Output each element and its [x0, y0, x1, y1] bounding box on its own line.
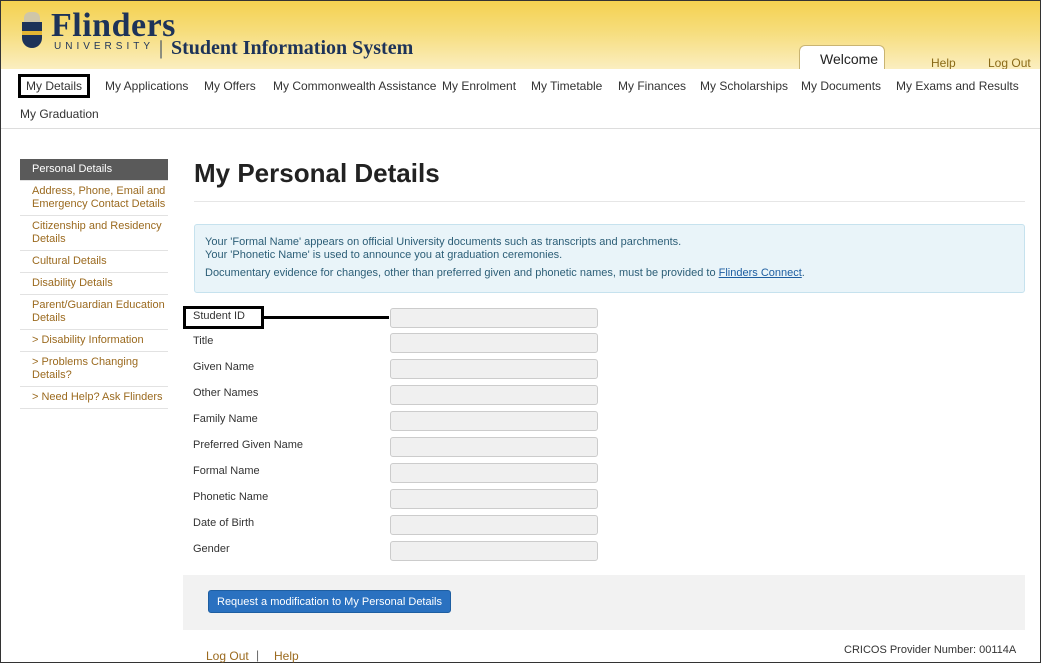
- nav-my-timetable[interactable]: My Timetable: [531, 79, 602, 93]
- flinders-connect-link[interactable]: Flinders Connect: [719, 267, 802, 279]
- phonetic-name-label: Phonetic Name: [193, 491, 269, 503]
- student-id-callout-box: [183, 306, 264, 329]
- welcome-tab: Welcome: [799, 45, 885, 70]
- form-row-title: Title: [193, 333, 603, 353]
- formal-name-label: Formal Name: [193, 465, 260, 477]
- sidebar: Personal Details Address, Phone, Email a…: [20, 159, 168, 409]
- student-id-callout-line: [264, 316, 389, 319]
- crest-icon: [21, 12, 43, 50]
- given-name-field[interactable]: [390, 359, 598, 379]
- nav-my-finances[interactable]: My Finances: [618, 79, 686, 93]
- sidebar-item-parent-guardian[interactable]: Parent/Guardian Education Details: [20, 295, 168, 330]
- formal-name-field[interactable]: [390, 463, 598, 483]
- nav-my-scholarships[interactable]: My Scholarships: [700, 79, 788, 93]
- form-row-date-of-birth: Date of Birth: [193, 515, 603, 535]
- logo-name: Flinders: [51, 6, 176, 44]
- footer-logout-link[interactable]: Log Out: [206, 649, 249, 663]
- gender-field[interactable]: [390, 541, 598, 561]
- other-names-label: Other Names: [193, 387, 259, 399]
- family-name-label: Family Name: [193, 413, 258, 425]
- info-line-formal: Your 'Formal Name' appears on official U…: [205, 236, 682, 248]
- title-label: Title: [193, 335, 214, 347]
- date-of-birth-field[interactable]: [390, 515, 598, 535]
- info-box: Your 'Formal Name' appears on official U…: [194, 224, 1025, 293]
- nav-my-documents[interactable]: My Documents: [801, 79, 881, 93]
- sidebar-link-problems-changing[interactable]: > Problems Changing Details?: [20, 352, 168, 387]
- form-row-given-name: Given Name: [193, 359, 603, 379]
- info-evidence-period: .: [801, 267, 805, 279]
- family-name-field[interactable]: [390, 411, 598, 431]
- nav-my-applications[interactable]: My Applications: [105, 79, 188, 93]
- sidebar-item-citizenship[interactable]: Citizenship and Residency Details: [20, 216, 168, 251]
- sidebar-link-disability-info[interactable]: > Disability Information: [20, 330, 168, 352]
- preferred-given-name-field[interactable]: [390, 437, 598, 457]
- footer-help-link[interactable]: Help: [274, 649, 299, 663]
- form-row-phonetic-name: Phonetic Name: [193, 489, 603, 509]
- form-row-gender: Gender: [193, 541, 603, 561]
- info-line-phonetic: Your 'Phonetic Name' is used to announce…: [205, 249, 563, 261]
- nav-my-commonwealth-assistance[interactable]: My Commonwealth Assistance: [273, 79, 436, 93]
- sidebar-item-cultural[interactable]: Cultural Details: [20, 251, 168, 273]
- title-separator: |: [159, 37, 164, 59]
- header-banner: Flinders UNIVERSITY | Student Informatio…: [1, 1, 1040, 70]
- nav-my-graduation[interactable]: My Graduation: [20, 107, 99, 121]
- date-of-birth-label: Date of Birth: [193, 517, 255, 529]
- preferred-given-name-label: Preferred Given Name: [193, 439, 304, 451]
- header-logout-link[interactable]: Log Out: [988, 56, 1031, 70]
- title-field[interactable]: [390, 333, 598, 353]
- logo-subtitle: UNIVERSITY: [54, 40, 155, 52]
- sidebar-link-need-help[interactable]: > Need Help? Ask Flinders: [20, 387, 168, 409]
- cricos-provider-number: CRICOS Provider Number: 00114A: [844, 644, 1017, 656]
- system-title: | Student Information System: [159, 37, 413, 60]
- welcome-text: Welcome: [820, 51, 879, 67]
- gender-label: Gender: [193, 543, 230, 555]
- main-nav: My Details My Applications My Offers My …: [1, 69, 1040, 129]
- nav-my-exams-and-results[interactable]: My Exams and Results: [896, 79, 1019, 93]
- form-row-formal-name: Formal Name: [193, 463, 603, 483]
- sidebar-item-personal-details[interactable]: Personal Details: [20, 159, 168, 181]
- info-evidence-text: Documentary evidence for changes, other …: [205, 267, 719, 279]
- nav-my-offers[interactable]: My Offers: [204, 79, 256, 93]
- nav-my-enrolment[interactable]: My Enrolment: [442, 79, 516, 93]
- given-name-label: Given Name: [193, 361, 255, 373]
- sidebar-item-contact-details[interactable]: Address, Phone, Email and Emergency Cont…: [20, 181, 168, 216]
- university-logo[interactable]: Flinders UNIVERSITY: [21, 6, 176, 52]
- form-row-other-names: Other Names: [193, 385, 603, 405]
- form-row-preferred-given-name: Preferred Given Name: [193, 437, 603, 457]
- other-names-field[interactable]: [390, 385, 598, 405]
- sidebar-item-disability[interactable]: Disability Details: [20, 273, 168, 295]
- student-id-field[interactable]: [390, 308, 598, 328]
- request-modification-button[interactable]: Request a modification to My Personal De…: [208, 590, 451, 613]
- phonetic-name-field[interactable]: [390, 489, 598, 509]
- info-line-evidence: Documentary evidence for changes, other …: [205, 267, 1014, 280]
- system-title-text: Student Information System: [171, 37, 414, 59]
- header-help-link[interactable]: Help: [931, 56, 956, 70]
- form-row-family-name: Family Name: [193, 411, 603, 431]
- nav-my-details[interactable]: My Details: [18, 74, 91, 98]
- footer-separator: |: [256, 648, 260, 662]
- title-divider: [194, 201, 1025, 202]
- page-title: My Personal Details: [194, 158, 440, 188]
